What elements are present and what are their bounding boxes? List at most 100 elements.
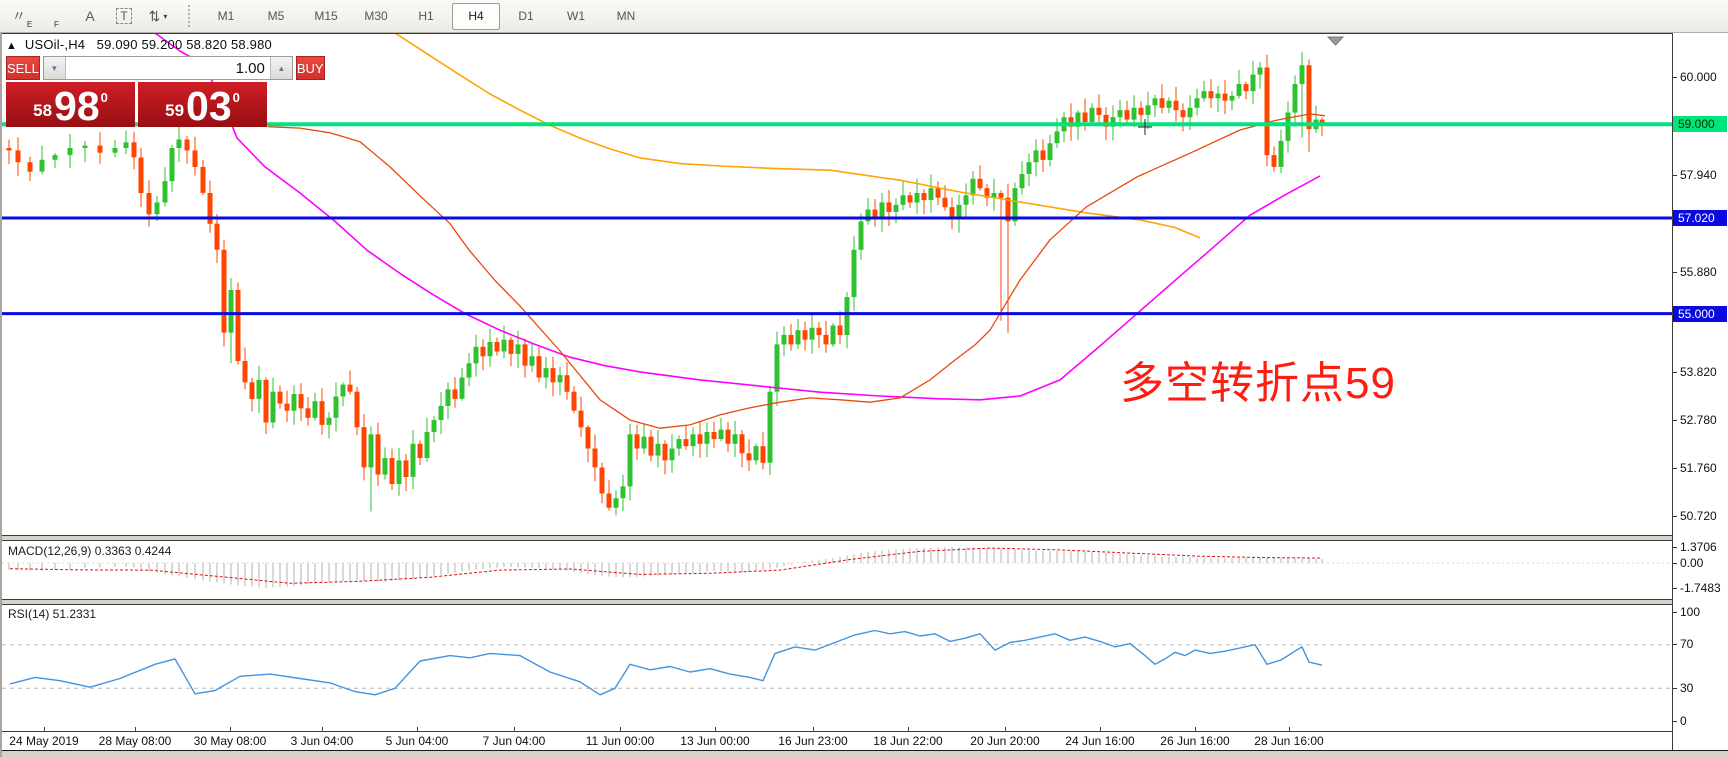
time-axis-label[interactable]: 16 Jun 23:00 — [778, 734, 847, 748]
candle-body — [1195, 98, 1200, 108]
sell-button[interactable]: SELL — [6, 56, 40, 80]
price-scale-label[interactable]: 52.780 — [1680, 413, 1717, 427]
candle-body — [124, 142, 129, 148]
price-scale-tick — [1672, 468, 1677, 469]
time-axis-tick — [230, 727, 231, 731]
time-axis-label[interactable]: 28 May 08:00 — [99, 734, 172, 748]
bid-price-box[interactable]: 58 98 0 — [6, 82, 135, 127]
lot-size-input[interactable] — [66, 57, 270, 79]
candle-body — [139, 158, 144, 194]
candle-body — [362, 427, 367, 467]
candle-body — [264, 380, 269, 423]
timeframe-d1[interactable]: D1 — [502, 3, 550, 30]
text-annotation-icon[interactable]: A — [74, 3, 106, 30]
horizontal-scrollbar[interactable] — [0, 750, 1728, 757]
candle-body — [565, 375, 570, 392]
price-scale-tick — [1672, 644, 1677, 645]
price-scale-tick — [1672, 516, 1677, 517]
candle-body — [446, 389, 451, 406]
lot-increase-button[interactable]: ▲ — [270, 57, 292, 79]
price-line-label[interactable]: 59.000 — [1673, 116, 1727, 132]
time-axis-label[interactable]: 26 Jun 16:00 — [1160, 734, 1229, 748]
price-scale-label[interactable]: 51.760 — [1680, 461, 1717, 475]
time-axis-label[interactable]: 20 Jun 20:00 — [970, 734, 1039, 748]
price-scale-label[interactable]: -1.7483 — [1680, 581, 1721, 595]
price-scale-label[interactable]: 53.820 — [1680, 365, 1717, 379]
candle-body — [1307, 65, 1312, 129]
timeframe-m30[interactable]: M30 — [352, 3, 400, 30]
time-axis-label[interactable]: 30 May 08:00 — [194, 734, 267, 748]
lot-decrease-button[interactable]: ▼ — [44, 57, 66, 79]
buy-button[interactable]: BUY — [296, 56, 325, 80]
candle-body — [803, 330, 808, 340]
candle-body — [1209, 91, 1214, 98]
price-scale-label[interactable]: 0.00 — [1680, 556, 1703, 570]
timeframe-m15[interactable]: M15 — [302, 3, 350, 30]
price-scale-tick — [1672, 588, 1677, 589]
candle-body — [866, 210, 871, 222]
candle-body — [348, 385, 353, 392]
candle-body — [922, 193, 927, 200]
price-scale-label[interactable]: 1.3706 — [1680, 540, 1717, 554]
time-axis-label[interactable]: 5 Jun 04:00 — [386, 734, 449, 748]
price-scale-label[interactable]: 50.720 — [1680, 509, 1717, 523]
timeframe-h4[interactable]: H4 — [452, 3, 500, 30]
expert-indicator-icon[interactable]: 〃 E — [6, 3, 38, 30]
candle-body — [383, 458, 388, 475]
candle-body — [691, 434, 696, 446]
timeframe-m1[interactable]: M1 — [202, 3, 250, 30]
ask-price-box[interactable]: 59 03 0 — [138, 82, 267, 127]
toolbar-separator — [188, 5, 194, 27]
time-axis-label[interactable]: 11 Jun 00:00 — [586, 734, 655, 748]
timeframe-w1[interactable]: W1 — [552, 3, 600, 30]
time-axis-label[interactable]: 7 Jun 04:00 — [483, 734, 546, 748]
candle-body — [1118, 110, 1123, 117]
timeframe-mn[interactable]: MN — [602, 3, 650, 30]
candle-body — [908, 195, 913, 202]
time-axis-label[interactable]: 3 Jun 04:00 — [291, 734, 354, 748]
price-scale-label[interactable]: 100 — [1680, 605, 1700, 619]
timeframe-m5[interactable]: M5 — [252, 3, 300, 30]
arrange-windows-icon[interactable]: ⇅ ▾ — [142, 3, 174, 30]
time-axis-tick — [1005, 727, 1006, 731]
bid-price-sup: 0 — [101, 84, 108, 105]
chart-annotation-text[interactable]: 多空转折点59 — [1120, 347, 1396, 411]
price-scale-tick — [1672, 612, 1677, 613]
collapse-triangle-icon[interactable]: ▲ — [6, 40, 17, 52]
candle-body — [147, 193, 152, 214]
candle-body — [628, 434, 633, 486]
price-scale-label[interactable]: 70 — [1680, 637, 1693, 651]
candle-body — [355, 392, 360, 428]
price-scale-label[interactable]: 55.880 — [1680, 265, 1717, 279]
price-scale-label[interactable]: 60.000 — [1680, 70, 1717, 84]
grid-properties-icon[interactable]: ⿙ F — [40, 3, 72, 30]
time-axis-label[interactable]: 24 Jun 16:00 — [1065, 734, 1134, 748]
time-axis-tick — [44, 727, 45, 731]
icon-subscript: F — [54, 20, 59, 29]
quote-info-row: ▲ USOil-,H4 59.090 59.200 58.820 58.980 — [6, 37, 269, 52]
candle-body — [453, 389, 458, 399]
candle-body — [635, 434, 640, 448]
price-line-label[interactable]: 55.000 — [1673, 306, 1727, 322]
text-label-icon[interactable]: T — [108, 3, 140, 30]
time-axis-tick — [514, 727, 515, 731]
candle-body — [1020, 174, 1025, 188]
candle-body — [537, 356, 542, 377]
price-line-label[interactable]: 57.020 — [1673, 210, 1727, 226]
candle-body — [1132, 108, 1137, 120]
price-scale-label[interactable]: 30 — [1680, 681, 1693, 695]
bid-price-small: 58 — [33, 102, 52, 124]
candle-body — [495, 342, 500, 352]
candle-body — [684, 439, 689, 446]
time-axis-label[interactable]: 13 Jun 00:00 — [680, 734, 749, 748]
time-axis-label[interactable]: 24 May 2019 — [9, 734, 78, 748]
time-axis-label[interactable]: 28 Jun 16:00 — [1254, 734, 1323, 748]
time-axis-label[interactable]: 18 Jun 22:00 — [873, 734, 942, 748]
candle-body — [530, 356, 535, 366]
candle-body — [768, 392, 773, 463]
price-scale-label[interactable]: 0 — [1680, 714, 1687, 728]
price-scale-label[interactable]: 57.940 — [1680, 168, 1717, 182]
timeframe-h1[interactable]: H1 — [402, 3, 450, 30]
candle-body — [432, 420, 437, 432]
candle-body — [929, 188, 934, 200]
